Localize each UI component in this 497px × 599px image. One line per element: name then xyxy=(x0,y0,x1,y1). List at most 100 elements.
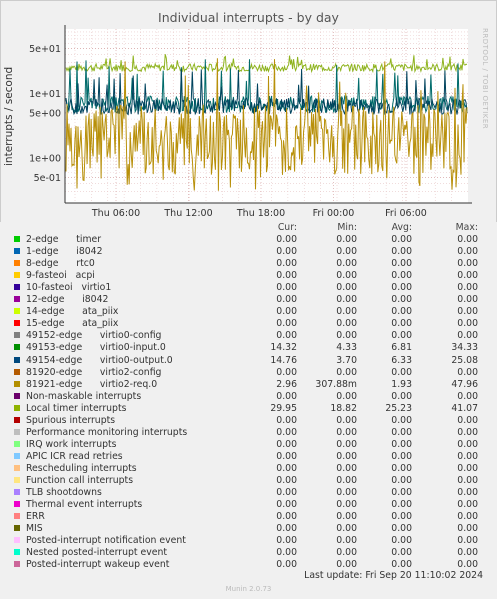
legend-min-value: 0.00 xyxy=(336,318,357,330)
legend-swatch xyxy=(14,272,20,279)
legend-avg-value: 0.00 xyxy=(391,234,412,245)
legend-row: 10-fasteoi virtio1 0.00 0.00 0.00 0.00 xyxy=(0,282,497,294)
legend-avg-value: 0.00 xyxy=(391,294,412,306)
legend-avg-value: 25.23 xyxy=(385,402,412,414)
legend-min-value: 0.00 xyxy=(336,547,357,559)
legend-max-value: 0.00 xyxy=(457,559,478,571)
legend-cur-value: 29.95 xyxy=(270,402,297,414)
legend-max-value: 0.00 xyxy=(457,390,478,402)
legend-label: 10-fasteoi virtio1 xyxy=(26,282,112,294)
legend-header: Cur: Min: Avg: Max: xyxy=(0,222,497,234)
legend-avg-value: 0.00 xyxy=(391,246,412,258)
legend-row: Rescheduling interrupts 0.00 0.00 0.00 0.00 xyxy=(0,463,497,475)
legend-avg-value: 0.00 xyxy=(391,535,412,547)
legend-label: Rescheduling interrupts xyxy=(26,462,137,474)
legend-min-value: 0.00 xyxy=(336,258,357,270)
legend-max-value: 0.00 xyxy=(457,535,478,547)
legend-max-value: 0.00 xyxy=(457,511,478,523)
legend-swatch xyxy=(14,296,20,303)
legend-swatch xyxy=(14,308,20,315)
legend-cur-value: 0.00 xyxy=(276,499,297,511)
legend-row: 81920-edge virtio2-config 0.00 0.00 0.00 0.0… xyxy=(0,367,497,379)
legend-max-value: 0.00 xyxy=(457,318,478,330)
legend-min-value: 0.00 xyxy=(336,535,357,547)
legend-min-value: 0.00 xyxy=(336,330,357,342)
legend-row: Performance monitoring interrupts 0.00 0.0… xyxy=(0,427,497,439)
legend-label: MIS xyxy=(26,523,43,535)
legend-min-value: 0.00 xyxy=(336,511,357,523)
legend-cur-value: 0.00 xyxy=(276,559,297,571)
legend-avg-value: 0.00 xyxy=(391,559,412,571)
legend-min-value: 0.00 xyxy=(336,366,357,378)
legend-max-value: 0.00 xyxy=(457,306,478,318)
legend-row: Function call interrupts 0.00 0.00 0.00 0.00 xyxy=(0,475,497,487)
legend-min-value: 0.00 xyxy=(336,462,357,474)
legend-swatch xyxy=(14,513,20,520)
legend-label: Spurious interrupts xyxy=(26,414,116,426)
y-tick-label: 5e+00 xyxy=(29,108,61,119)
legend-row: Thermal event interrupts 0.00 0.00 0.00 0.00 xyxy=(0,499,497,511)
legend-min-value: 0.00 xyxy=(336,306,357,318)
legend-cur-value: 0.00 xyxy=(276,438,297,450)
legend-cur-value: 0.00 xyxy=(276,246,297,258)
legend-swatch xyxy=(14,464,20,471)
legend-label: Thermal event interrupts xyxy=(26,499,143,511)
x-tick-label: Fri 00:00 xyxy=(313,208,355,219)
legend-cur-value: 0.00 xyxy=(276,366,297,378)
munin-version: Munin 2.0.73 xyxy=(225,585,272,593)
legend-avg-value: 0.00 xyxy=(391,438,412,450)
legend-avg-value: 0.00 xyxy=(391,306,412,318)
legend-row: Nested posted-interrupt event 0.00 0.00 0.0… xyxy=(0,547,497,559)
legend-column-header: Max: xyxy=(455,222,478,233)
legend-cur-value: 0.00 xyxy=(276,318,297,330)
x-tick-label: Fri 06:00 xyxy=(385,208,427,219)
legend-avg-value: 0.00 xyxy=(391,462,412,474)
legend-label: Nested posted-interrupt event xyxy=(26,547,167,559)
legend-column-header: Min: xyxy=(337,222,357,233)
legend-label: TLB shootdowns xyxy=(26,487,102,499)
legend-swatch xyxy=(14,561,20,568)
legend-min-value: 0.00 xyxy=(336,487,357,499)
legend-swatch xyxy=(14,284,20,291)
legend-cur-value: 0.00 xyxy=(276,282,297,294)
legend-label: 81921-edge virtio2-req.0 xyxy=(26,378,158,390)
legend-label: Non-maskable interrupts xyxy=(26,390,142,402)
legend-avg-value: 0.00 xyxy=(391,499,412,511)
legend-min-value: 4.33 xyxy=(336,342,357,354)
legend-row: 81921-edge virtio2-req.0 2.96 307.88m 1.93 4… xyxy=(0,379,497,391)
legend-label: 49152-edge virtio0-config xyxy=(26,330,162,342)
legend-min-value: 18.82 xyxy=(330,402,357,414)
legend-min-value: 0.00 xyxy=(336,559,357,571)
legend-cur-value: 0.00 xyxy=(276,535,297,547)
legend-swatch xyxy=(14,501,20,508)
legend-row: 49152-edge virtio0-config 0.00 0.00 0.00 0.0… xyxy=(0,330,497,342)
legend-cur-value: 0.00 xyxy=(276,234,297,245)
legend-min-value: 0.00 xyxy=(336,294,357,306)
legend-cur-value: 0.00 xyxy=(276,475,297,486)
last-update: Last update: Fri Sep 20 11:10:02 2024 xyxy=(304,570,483,581)
legend-cur-value: 0.00 xyxy=(276,306,297,318)
legend-avg-value: 1.93 xyxy=(391,378,412,390)
legend-avg-value: 0.00 xyxy=(391,366,412,378)
legend-min-value: 0.00 xyxy=(336,246,357,258)
legend-row: TLB shootdowns 0.00 0.00 0.00 0.00 xyxy=(0,487,497,499)
legend-max-value: 0.00 xyxy=(457,294,478,306)
legend-avg-value: 0.00 xyxy=(391,450,412,462)
legend-swatch xyxy=(14,525,20,532)
legend-swatch xyxy=(14,477,20,483)
legend-max-value: 34.33 xyxy=(451,342,478,354)
legend-cur-value: 0.00 xyxy=(276,330,297,342)
legend-cur-value: 0.00 xyxy=(276,270,297,282)
legend-label: 9-fasteoi acpi xyxy=(26,270,95,282)
legend-label: 49153-edge virtio0-input.0 xyxy=(26,342,166,354)
legend-row: APIC ICR read retries 0.00 0.00 0.00 0.00 xyxy=(0,451,497,463)
legend-label: Local timer interrupts xyxy=(26,402,127,414)
legend-max-value: 0.00 xyxy=(457,258,478,270)
legend-swatch xyxy=(14,428,20,435)
legend-label: Function call interrupts xyxy=(26,475,134,486)
legend-max-value: 25.08 xyxy=(451,354,478,366)
legend-row: MIS 0.00 0.00 0.00 0.00 xyxy=(0,523,497,535)
legend-cur-value: 0.00 xyxy=(276,414,297,426)
legend-max-value: 0.00 xyxy=(457,270,478,282)
legend-label: Performance monitoring interrupts xyxy=(26,426,188,438)
